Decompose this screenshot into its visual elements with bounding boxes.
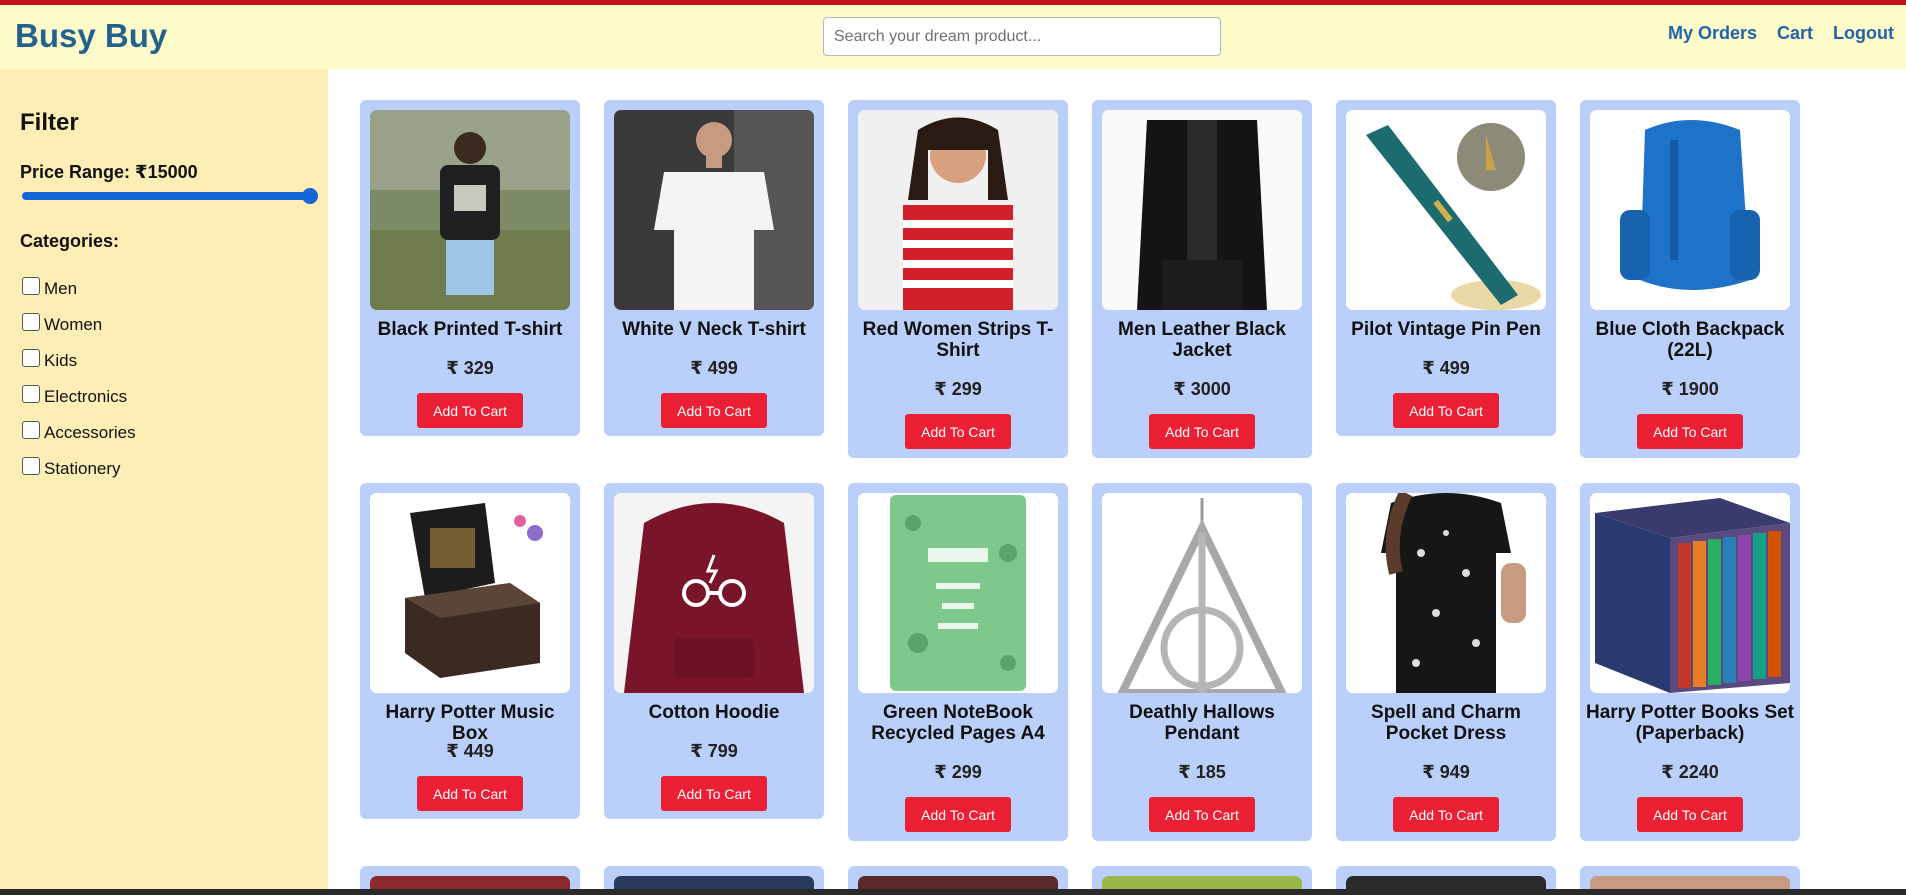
product-name: Harry Potter Books Set (Paperback) — [1586, 702, 1795, 744]
category-item-stationery[interactable]: Stationery — [22, 451, 136, 487]
logout-link[interactable]: Logout — [1833, 23, 1894, 44]
add-to-cart-button[interactable]: Add To Cart — [1393, 393, 1499, 428]
product-price: ₹ 499 — [690, 358, 738, 378]
product-price: ₹ 185 — [1178, 762, 1226, 782]
price-range-fill — [22, 192, 310, 200]
product-card: Pilot Vintage Pin Pen ₹ 499 Add To Cart — [1336, 100, 1556, 436]
price-range-label: Price Range: ₹15000 — [20, 162, 198, 182]
leather-jacket-photo — [1102, 110, 1302, 310]
music-box-photo — [370, 493, 570, 693]
category-item-electronics[interactable]: Electronics — [22, 379, 136, 415]
cart-link[interactable]: Cart — [1777, 23, 1813, 44]
checkbox-stationery[interactable] — [22, 457, 40, 475]
product-name: Men Leather Black Jacket — [1118, 319, 1286, 361]
book-set-photo — [1590, 493, 1790, 693]
categories-title: Categories: — [20, 231, 120, 251]
add-to-cart-button[interactable]: Add To Cart — [417, 776, 523, 811]
add-to-cart-button[interactable]: Add To Cart — [1149, 797, 1255, 832]
product-name: Red Women Strips T-Shirt — [862, 319, 1054, 361]
category-item-women[interactable]: Women — [22, 307, 136, 343]
product-name: Green NoteBook Recycled Pages A4 — [871, 702, 1045, 744]
add-to-cart-button[interactable]: Add To Cart — [1393, 797, 1499, 832]
product-price: ₹ 3000 — [1173, 379, 1231, 399]
checkbox-accessories[interactable] — [22, 421, 40, 439]
product-card: Cotton Hoodie ₹ 799 Add To Cart — [604, 483, 824, 819]
maroon-hoodie-photo — [614, 493, 814, 693]
product-card: Green NoteBook Recycled Pages A4 ₹ 299 A… — [848, 483, 1068, 841]
add-to-cart-button[interactable]: Add To Cart — [905, 797, 1011, 832]
product-card: Black Printed T-shirt ₹ 329 Add To Cart — [360, 100, 580, 436]
add-to-cart-button[interactable]: Add To Cart — [1637, 797, 1743, 832]
product-price: ₹ 299 — [934, 762, 982, 782]
pendant-photo — [1102, 493, 1302, 693]
product-price: ₹ 799 — [690, 741, 738, 761]
product-name: Cotton Hoodie — [648, 702, 780, 723]
category-label: Electronics — [44, 387, 128, 406]
nav-links: My Orders Cart Logout — [1668, 23, 1894, 44]
category-list: Men Women Kids Electronics Accessories S… — [22, 271, 136, 487]
product-card: Red Women Strips T-Shirt ₹ 299 Add To Ca… — [848, 100, 1068, 458]
product-name: Spell and Charm Pocket Dress — [1371, 702, 1521, 744]
product-price: ₹ 949 — [1422, 762, 1470, 782]
brand-logo[interactable]: Busy Buy — [15, 17, 167, 55]
checkbox-women[interactable] — [22, 313, 40, 331]
search-input[interactable] — [823, 17, 1221, 56]
product-price: ₹ 499 — [1422, 358, 1470, 378]
product-price: ₹ 329 — [446, 358, 494, 378]
category-label: Accessories — [44, 423, 136, 442]
product-name: Pilot Vintage Pin Pen — [1351, 319, 1541, 340]
product-name: Blue Cloth Backpack (22L) — [1595, 319, 1785, 361]
taskbar-strip — [0, 889, 1906, 895]
product-card: Deathly Hallows Pendant ₹ 185 Add To Car… — [1092, 483, 1312, 841]
filter-sidebar: Filter Price Range: ₹15000 Categories: M… — [0, 69, 328, 895]
checkbox-men[interactable] — [22, 277, 40, 295]
product-name: Black Printed T-shirt — [377, 319, 563, 340]
product-name: Harry Potter Music Box — [385, 702, 555, 744]
add-to-cart-button[interactable]: Add To Cart — [1149, 414, 1255, 449]
product-card: Harry Potter Books Set (Paperback) ₹ 224… — [1580, 483, 1800, 841]
checkbox-electronics[interactable] — [22, 385, 40, 403]
category-label: Stationery — [44, 459, 121, 478]
my-orders-link[interactable]: My Orders — [1668, 23, 1757, 44]
red-striped-tshirt-photo — [858, 110, 1058, 310]
product-card: Blue Cloth Backpack (22L) ₹ 1900 Add To … — [1580, 100, 1800, 458]
add-to-cart-button[interactable]: Add To Cart — [661, 393, 767, 428]
category-item-men[interactable]: Men — [22, 271, 136, 307]
product-card: Spell and Charm Pocket Dress ₹ 949 Add T… — [1336, 483, 1556, 841]
product-card: White V Neck T-shirt ₹ 499 Add To Cart — [604, 100, 824, 436]
category-item-accessories[interactable]: Accessories — [22, 415, 136, 451]
product-name: Deathly Hallows Pendant — [1129, 702, 1275, 744]
price-range-thumb[interactable] — [302, 188, 318, 204]
blue-backpack-photo — [1590, 110, 1790, 310]
product-price: ₹ 2240 — [1661, 762, 1719, 782]
navbar: Busy Buy My Orders Cart Logout — [0, 5, 1906, 69]
white-tshirt-photo — [614, 110, 814, 310]
product-card: Harry Potter Music Box ₹ 449 Add To Cart — [360, 483, 580, 819]
category-label: Kids — [44, 351, 78, 370]
product-name: White V Neck T-shirt — [622, 319, 806, 340]
add-to-cart-button[interactable]: Add To Cart — [905, 414, 1011, 449]
category-label: Men — [44, 279, 78, 298]
add-to-cart-button[interactable]: Add To Cart — [661, 776, 767, 811]
black-dress-photo — [1346, 493, 1546, 693]
product-price: ₹ 1900 — [1661, 379, 1719, 399]
black-tshirt-photo — [370, 110, 570, 310]
filter-title: Filter — [20, 109, 79, 136]
fountain-pen-photo — [1346, 110, 1546, 310]
product-card: Men Leather Black Jacket ₹ 3000 Add To C… — [1092, 100, 1312, 458]
price-range-slider[interactable] — [22, 188, 318, 204]
category-item-kids[interactable]: Kids — [22, 343, 136, 379]
checkbox-kids[interactable] — [22, 349, 40, 367]
product-price: ₹ 449 — [446, 741, 494, 761]
green-notebook-photo — [858, 493, 1058, 693]
product-price: ₹ 299 — [934, 379, 982, 399]
add-to-cart-button[interactable]: Add To Cart — [1637, 414, 1743, 449]
add-to-cart-button[interactable]: Add To Cart — [417, 393, 523, 428]
category-label: Women — [44, 315, 103, 334]
